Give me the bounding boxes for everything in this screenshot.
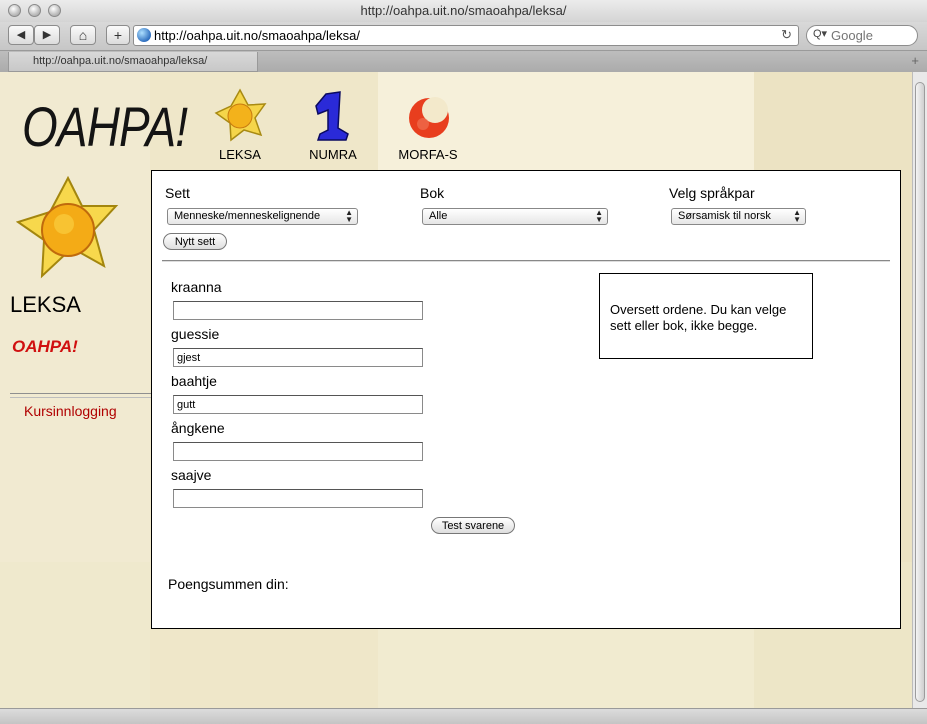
chevron-updown-icon: ▲ ▼	[595, 208, 603, 224]
word-label: kraanna	[171, 279, 222, 295]
score-label: Poengsummen din:	[168, 576, 289, 592]
answer-input[interactable]	[173, 348, 423, 367]
sett-label: Sett	[165, 185, 190, 201]
address-bar[interactable]: ↻	[133, 25, 799, 46]
zoom-window-button[interactable]	[48, 4, 61, 17]
nav-leksa-label: LEKSA	[219, 147, 261, 162]
window-title: http://oahpa.uit.no/smaoahpa/leksa/	[360, 3, 567, 18]
leksa-sun-icon	[16, 176, 119, 279]
word-label: ångkene	[171, 420, 225, 436]
minimize-window-button[interactable]	[28, 4, 41, 17]
back-arrow-icon: ◀	[16, 29, 26, 41]
exercise-panel: Sett Menneske/menneskelignende ▲ ▼ Bok Al…	[151, 170, 901, 629]
forward-button[interactable]: ▶	[34, 25, 60, 45]
answer-input[interactable]	[173, 395, 423, 414]
nav-morfa-s[interactable]: MORFA-S	[396, 88, 460, 162]
sidebar-subtitle: OAHPA!	[12, 337, 78, 356]
sprakpar-select[interactable]: Sørsamisk til norsk ▲ ▼	[671, 208, 806, 225]
add-bookmark-button[interactable]: +	[106, 25, 130, 45]
nytt-sett-button[interactable]: Nytt sett	[163, 233, 227, 250]
word-label: guessie	[171, 326, 220, 342]
search-input[interactable]	[831, 27, 911, 44]
scrollbar-thumb[interactable]	[915, 82, 925, 702]
search-icon: Q▾	[813, 28, 828, 40]
oahpa-logo: OAHPA!	[22, 95, 188, 158]
tab-leksa[interactable]: http://oahpa.uit.no/smaoahpa/leksa/	[8, 52, 258, 72]
bok-select[interactable]: Alle ▲ ▼	[422, 208, 608, 225]
tab-bar: http://oahpa.uit.no/smaoahpa/leksa/ +	[0, 50, 927, 73]
form-divider	[162, 260, 890, 262]
word-label: saajve	[171, 467, 212, 483]
bok-label: Bok	[420, 185, 445, 201]
nav-numra-label: NUMRA	[309, 147, 357, 162]
sprakpar-value: Sørsamisk til norsk	[678, 210, 771, 222]
window-titlebar: http://oahpa.uit.no/smaoahpa/leksa/	[0, 0, 927, 22]
answer-input[interactable]	[173, 489, 423, 508]
vertical-scrollbar[interactable]	[912, 72, 927, 708]
forward-arrow-icon: ▶	[42, 29, 52, 41]
word-label: baahtje	[171, 373, 217, 389]
bok-value: Alle	[429, 210, 448, 222]
home-icon: ⌂	[78, 27, 88, 43]
kursinnlogging-link[interactable]: Kursinnlogging	[24, 403, 117, 419]
reload-icon[interactable]: ↻	[781, 27, 792, 43]
chevron-updown-icon: ▲ ▼	[793, 208, 801, 224]
red-moon-icon	[409, 97, 449, 138]
sun-star-icon	[214, 88, 267, 142]
back-button[interactable]: ◀	[8, 25, 34, 45]
url-input[interactable]	[154, 27, 774, 44]
status-bar	[0, 708, 927, 724]
instructions-box: Oversett ordene. Du kan velge sett eller…	[599, 273, 813, 359]
globe-icon	[137, 28, 151, 42]
answer-input[interactable]	[173, 442, 423, 461]
sidebar-title: LEKSA	[10, 292, 81, 317]
page-content: OAHPA! LEKSA NUMRA MORFA-S LEKSA OAHPA! …	[0, 72, 912, 708]
sett-value: Menneske/menneskelignende	[174, 210, 321, 222]
search-field[interactable]: Q▾	[806, 25, 918, 46]
answer-input[interactable]	[173, 301, 423, 320]
new-tab-icon[interactable]: +	[911, 53, 919, 68]
nav-morfa-s-label: MORFA-S	[398, 147, 458, 162]
home-button[interactable]: ⌂	[70, 25, 96, 45]
nav-leksa[interactable]: LEKSA	[212, 88, 268, 162]
sett-select[interactable]: Menneske/menneskelignende ▲ ▼	[167, 208, 358, 225]
chevron-updown-icon: ▲ ▼	[345, 208, 353, 224]
test-svarene-button[interactable]: Test svarene	[431, 517, 515, 534]
close-window-button[interactable]	[8, 4, 21, 17]
browser-toolbar: ◀ ▶ ⌂ + ↻ Q▾	[0, 22, 927, 50]
plus-icon: +	[113, 27, 123, 43]
blue-one-icon	[315, 91, 349, 141]
sidebar-divider	[10, 393, 151, 398]
nav-numra[interactable]: NUMRA	[305, 88, 361, 162]
sprakpar-label: Velg språkpar	[669, 185, 755, 201]
